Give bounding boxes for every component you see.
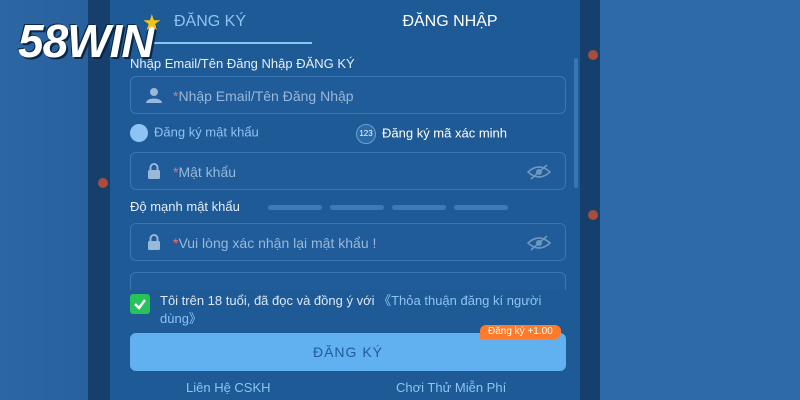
- brand-logo: 58WIN ★: [18, 10, 198, 74]
- strength-bar: [268, 205, 322, 210]
- option-verification-code[interactable]: 123 Đăng ký mã xác minh: [356, 124, 507, 144]
- lock-icon: [148, 163, 160, 179]
- eye-off-icon[interactable]: [527, 235, 551, 251]
- support-link[interactable]: Liên Hệ CSKH: [186, 380, 271, 395]
- background-right: [580, 0, 800, 400]
- strength-bar: [392, 205, 446, 210]
- partial-input[interactable]: [130, 272, 566, 290]
- background-decoration: [588, 210, 598, 220]
- lock-icon: [148, 234, 160, 250]
- strength-label: Độ mạnh mật khẩu: [130, 199, 240, 214]
- option-password[interactable]: Đăng ký mật khẩu: [130, 124, 259, 142]
- strength-bar: [330, 205, 384, 210]
- logo-text: 58WIN: [18, 15, 155, 67]
- confirm-password-input[interactable]: *Vui lòng xác nhận lại mật khẩu !: [130, 223, 566, 261]
- code-icon: 123: [356, 124, 376, 144]
- bonus-badge: Đăng ký +1.00: [480, 325, 561, 339]
- password-input[interactable]: *Mật khẩu: [130, 152, 566, 190]
- tab-login[interactable]: ĐĂNG NHẬP: [340, 0, 560, 44]
- star-icon: ★: [142, 10, 162, 35]
- account-placeholder: *Nhập Email/Tên Đăng Nhập: [173, 88, 354, 104]
- account-input[interactable]: *Nhập Email/Tên Đăng Nhập: [130, 76, 566, 114]
- strength-bar: [454, 205, 508, 210]
- background-strip-right: [580, 0, 600, 400]
- background-decoration: [588, 50, 598, 60]
- terms-checkbox[interactable]: [130, 294, 150, 314]
- eye-off-icon[interactable]: [527, 164, 551, 180]
- checkmark-icon: [134, 299, 146, 310]
- radio-selected-icon: [130, 124, 148, 142]
- password-placeholder: *Mật khẩu: [173, 164, 237, 180]
- background-decoration: [98, 178, 108, 188]
- free-trial-link[interactable]: Chơi Thử Miễn Phí: [396, 380, 506, 395]
- terms-text: Tôi trên 18 tuổi, đã đọc và đồng ý với 《…: [160, 293, 542, 326]
- user-icon: [146, 88, 162, 103]
- scrollbar[interactable]: [574, 58, 578, 188]
- confirm-placeholder: *Vui lòng xác nhận lại mật khẩu !: [173, 235, 377, 251]
